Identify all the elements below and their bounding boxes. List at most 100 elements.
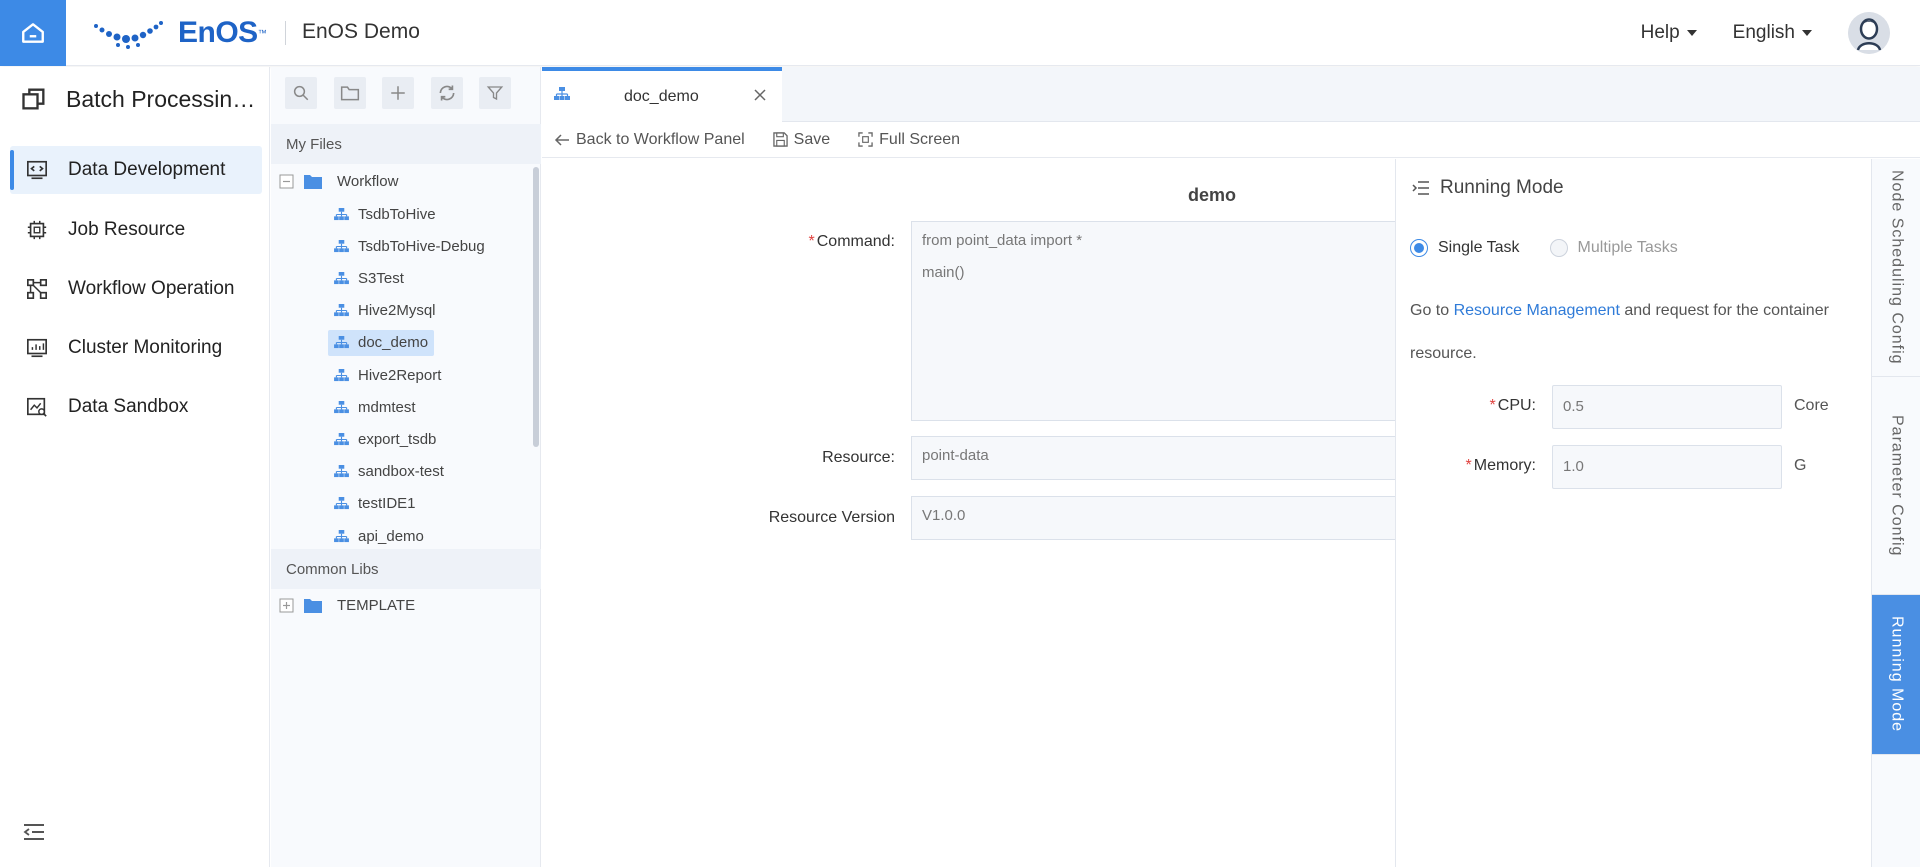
module-header: Batch Processing...: [20, 85, 258, 113]
resource-label: Resource:: [822, 449, 895, 466]
tab-parameter-config[interactable]: Parameter Config: [1872, 377, 1920, 595]
full-screen-label: Full Screen: [879, 130, 961, 148]
file-list-scrollbar[interactable]: [533, 167, 539, 447]
editor-toolbar: Back to Workflow Panel Save Full Screen: [542, 122, 1920, 158]
file-label: mdmtest: [358, 398, 416, 416]
nav-item-data-sandbox[interactable]: Data Sandbox: [10, 383, 262, 431]
command-editor[interactable]: from point_data import * main(): [911, 221, 1395, 421]
resource-version-value: V1.0.0: [922, 507, 966, 524]
single-task-radio[interactable]: [1410, 239, 1428, 257]
resource-management-link[interactable]: Resource Management: [1454, 302, 1620, 319]
file-item[interactable]: export_tsdb: [334, 426, 436, 452]
collapse-menu-icon: [23, 824, 44, 840]
user-avatar-icon: [1848, 12, 1890, 54]
file-item[interactable]: doc_demo: [328, 329, 435, 356]
cpu-label: * CPU:: [1396, 397, 1536, 415]
save-button[interactable]: Save: [772, 130, 831, 149]
monitor-icon: [27, 338, 47, 358]
workflow-file-icon: [334, 497, 349, 510]
nav-label: Data Sandbox: [68, 396, 189, 417]
filter-icon: [486, 86, 504, 101]
file-item[interactable]: TsdbToHive: [334, 201, 436, 227]
template-folder[interactable]: TEMPLATE: [279, 592, 415, 618]
nav-item-cluster-monitoring[interactable]: Cluster Monitoring: [10, 324, 262, 372]
refresh-button[interactable]: [430, 77, 463, 109]
language-menu[interactable]: English: [1733, 22, 1812, 44]
tab-running-mode[interactable]: Running Mode: [1872, 595, 1920, 755]
back-label: Back to Workflow Panel: [576, 130, 745, 148]
header-divider: [285, 21, 286, 45]
save-icon: [772, 132, 788, 147]
file-label: Hive2Report: [358, 366, 442, 384]
nav-label: Cluster Monitoring: [68, 337, 223, 358]
resource-select[interactable]: point-data: [911, 436, 1395, 480]
back-to-workflow-button[interactable]: Back to Workflow Panel: [554, 131, 745, 149]
new-folder-button[interactable]: [333, 77, 366, 109]
app-title: EnOS Demo: [302, 20, 420, 43]
command-line: main(): [922, 264, 965, 281]
required-mark: *: [1465, 457, 1472, 474]
collapse-panel-icon[interactable]: [1412, 181, 1430, 195]
workflow-file-icon: [554, 87, 570, 100]
cpu-value: 0.5: [1563, 398, 1584, 415]
folder-icon: [304, 174, 322, 189]
home-icon: [22, 23, 44, 43]
search-button[interactable]: [285, 77, 317, 109]
memory-value: 1.0: [1563, 458, 1584, 475]
side-vertical-tabs: Node Scheduling Config Parameter Config …: [1871, 159, 1920, 867]
memory-label: * Memory:: [1396, 457, 1536, 475]
workflow-file-icon: [334, 432, 349, 445]
file-item[interactable]: mdmtest: [334, 394, 416, 420]
add-button[interactable]: [382, 77, 414, 109]
file-item[interactable]: S3Test: [334, 265, 404, 291]
filter-button[interactable]: [479, 77, 511, 109]
common-libs-header: Common Libs: [271, 549, 541, 589]
multiple-tasks-radio[interactable]: [1549, 239, 1568, 257]
workflow-folder[interactable]: Workflow: [279, 168, 398, 194]
workflow-file-icon: [334, 465, 349, 478]
file-panel: My Files Workflow TsdbToHive TsdbToHive-D…: [271, 67, 541, 867]
avatar[interactable]: [1848, 12, 1890, 54]
file-item[interactable]: TsdbToHive-Debug: [334, 233, 485, 259]
file-item[interactable]: testIDE1: [334, 491, 416, 517]
logo-trademark: ™: [257, 28, 267, 38]
tab-node-scheduling-config[interactable]: Node Scheduling Config: [1872, 159, 1920, 377]
tab-doc-demo[interactable]: doc_demo: [542, 67, 782, 122]
save-label: Save: [793, 130, 831, 148]
collapse-nav-button[interactable]: [22, 822, 46, 845]
nav-item-workflow-operation[interactable]: Workflow Operation: [10, 265, 262, 313]
single-task-label: Single Task: [1438, 239, 1520, 256]
full-screen-button[interactable]: Full Screen: [858, 131, 960, 149]
home-button[interactable]: [0, 0, 66, 66]
search-icon: [293, 85, 309, 101]
expand-tree-icon[interactable]: [279, 598, 294, 613]
chip-icon: [27, 220, 47, 240]
collapse-tree-icon[interactable]: [279, 174, 294, 189]
folder-label: Workflow: [337, 172, 399, 190]
workflow-file-icon: [334, 400, 349, 413]
cpu-unit: Core: [1794, 397, 1829, 414]
file-label: api_demo: [358, 527, 424, 545]
cpu-label-text: CPU:: [1497, 397, 1536, 414]
file-item[interactable]: sandbox-test: [334, 459, 444, 485]
running-mode-header: Running Mode: [1412, 177, 1564, 199]
file-label: testIDE1: [358, 495, 416, 513]
help-menu[interactable]: Help: [1641, 22, 1697, 44]
required-mark: *: [1489, 397, 1496, 414]
file-label: TsdbToHive-Debug: [358, 237, 485, 255]
memory-input[interactable]: 1.0: [1552, 445, 1782, 489]
language-label: English: [1732, 22, 1795, 43]
batch-processing-icon: [22, 88, 45, 110]
nav-item-job-resource[interactable]: Job Resource: [10, 206, 262, 254]
resource-version-select[interactable]: V1.0.0: [911, 496, 1395, 540]
note-prefix: Go to: [1410, 302, 1454, 319]
file-item[interactable]: Hive2Mysql: [334, 298, 436, 324]
multiple-tasks-label: Multiple Tasks: [1577, 239, 1678, 256]
command-label-text: Command:: [816, 233, 895, 250]
cpu-input[interactable]: 0.5: [1552, 385, 1782, 429]
file-item[interactable]: Hive2Report: [334, 362, 441, 388]
main-area: doc_demo Back to Workflow Panel Save Ful…: [542, 67, 1920, 867]
file-item[interactable]: api_demo: [334, 523, 424, 549]
nav-item-data-development[interactable]: Data Development: [10, 146, 262, 194]
close-icon[interactable]: [754, 89, 766, 101]
